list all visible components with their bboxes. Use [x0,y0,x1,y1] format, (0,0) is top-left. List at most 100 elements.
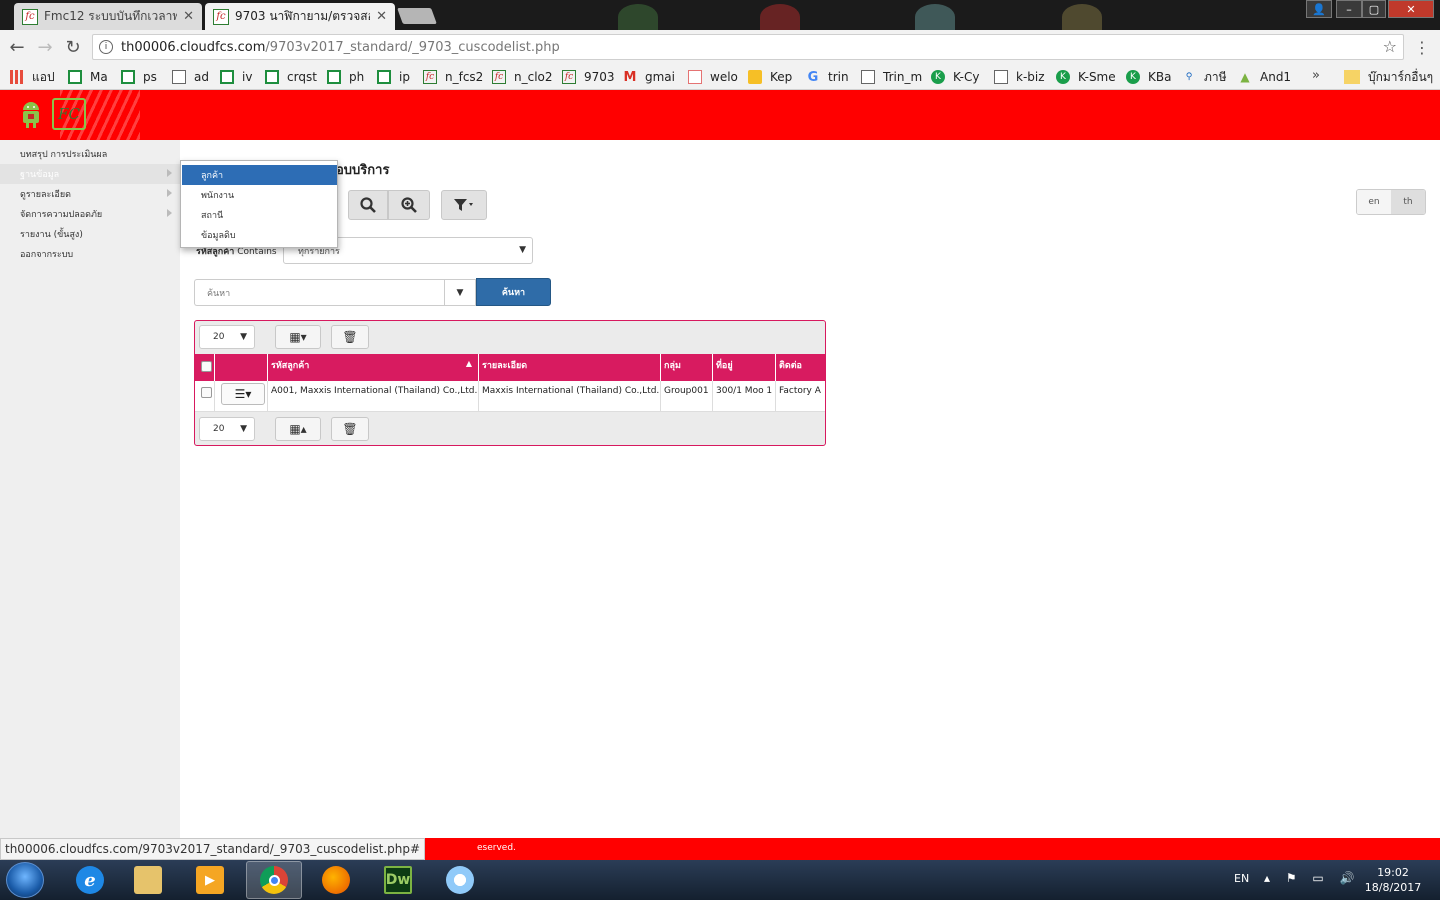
bookmark-item[interactable]: Gtrin [806,68,849,86]
taskbar-app-ie[interactable]: e [62,861,118,899]
fc-logo[interactable]: FC [52,98,86,130]
taskbar-app-explorer[interactable] [120,861,176,899]
submenu-item-stations[interactable]: สถานี [182,205,337,225]
sidebar-item-details[interactable]: ดูรายละเอียด [0,184,180,204]
taskbar-app-firefox[interactable] [308,861,364,899]
select-all-checkbox[interactable] [201,361,212,372]
browser-menu-icon[interactable]: ⋮ [1414,38,1430,57]
browser-tab-2[interactable]: fc 9703 นาฬิกายาม/ตรวจสอบ ✕ [205,3,395,30]
maximize-button[interactable]: ▢ [1362,0,1386,18]
input-language-indicator[interactable]: EN [1234,872,1249,885]
bookmark-item[interactable]: Mgmai [623,68,675,86]
column-chooser-button[interactable]: ▦▾ [275,325,321,349]
search-input[interactable]: ค้นหา [194,279,444,306]
table-row[interactable]: ☰▾ A001, Maxxis International (Thailand)… [195,381,825,412]
advanced-search-button[interactable] [388,190,430,220]
bookmark-label: แอป [32,69,55,84]
column-chooser-button-bottom[interactable]: ▦▴ [275,417,321,441]
sidebar-item-reports[interactable]: รายงาน (ขั้นสูง) [0,224,180,244]
bookmark-label: And1 [1260,70,1292,84]
search-button[interactable]: ค้นหา [476,278,551,306]
lang-en-button[interactable]: en [1357,190,1391,214]
sidebar-item-database[interactable]: ฐานข้อมูล [0,164,180,184]
bookmark-item[interactable]: ad [172,68,209,86]
footer-copyright: eserved. [477,843,516,853]
bookmarks-overflow-button[interactable]: » [1312,68,1320,83]
bookmark-item[interactable]: Trin_m [861,68,922,86]
back-arrow-icon[interactable]: ← [6,36,28,58]
bookmark-item[interactable]: ph [327,68,364,86]
column-header-group[interactable]: กลุ่ม [661,354,713,381]
filter-button[interactable] [441,190,487,220]
page-size-select[interactable]: 20 ▼ [199,325,255,349]
tab-close-icon[interactable]: ✕ [183,9,194,24]
taskbar-app-chrome[interactable] [246,861,302,899]
search-placeholder: ค้นหา [207,288,231,299]
bookmark-label: ad [194,70,209,84]
bookmark-item[interactable]: ps [121,68,157,86]
delete-button[interactable]: 🗑 [331,325,369,349]
forward-arrow-icon[interactable]: → [34,36,56,58]
submenu-item-raw-data[interactable]: ข้อมูลดิบ [182,225,337,245]
bookmark-item[interactable]: welo [688,68,738,86]
search-toggle-button[interactable] [348,190,388,220]
start-button[interactable] [6,862,44,898]
bookmark-label: KBa [1148,70,1172,84]
caret-down-icon: ▼ [519,245,526,255]
bookmark-item[interactable]: ▲ And1 [1238,68,1291,86]
sidebar-item-logout[interactable]: ออกจากระบบ [0,244,180,264]
column-header-address[interactable]: ที่อยู่ [713,354,776,381]
column-header-code[interactable]: รหัสลูกค้า ▲ [268,354,479,381]
column-header-detail[interactable]: รายละเอียด [479,354,661,381]
bookmark-item[interactable]: K K-Sme [1056,68,1116,86]
taskbar-app-paint[interactable] [432,861,488,899]
sidebar-item-summary[interactable]: บทสรุป การประเมินผล [0,144,180,164]
new-tab-button[interactable] [397,8,437,24]
taskbar-clock[interactable]: 19:02 18/8/2017 [1362,865,1424,895]
bookmark-apps[interactable]: แอป [10,68,55,86]
bookmark-star-icon[interactable]: ☆ [1383,37,1397,56]
bookmark-item[interactable]: fc n_clo2 [492,68,553,86]
window-close-button[interactable]: ✕ [1388,0,1434,18]
bookmark-item[interactable]: iv [220,68,252,86]
page-size-select-bottom[interactable]: 20 ▼ [199,417,255,441]
taskbar-app-dreamweaver[interactable]: Dw [370,861,426,899]
delete-button-bottom[interactable]: 🗑 [331,417,369,441]
filter-operator: Contains [237,247,277,257]
status-bar-url: th00006.cloudfcs.com/9703v2017_standard/… [0,838,426,860]
submenu-item-customers[interactable]: ลูกค้า [182,165,337,185]
minimize-button[interactable]: – [1336,0,1362,18]
chrome-icon [260,866,288,894]
tab-close-icon[interactable]: ✕ [376,9,387,24]
submenu-item-employees[interactable]: พนักงาน [182,185,337,205]
bookmark-item[interactable]: ⚲ ภาษี [1182,68,1227,86]
row-checkbox[interactable] [201,387,212,398]
bookmark-item[interactable]: Ma [68,68,108,86]
cell-code: A001, Maxxis International (Thailand) Co… [268,381,479,412]
bookmark-item[interactable]: ip [377,68,410,86]
browser-tab-1[interactable]: fc Fmc12 ระบบบันทึกเวลาพนัก ✕ [14,3,202,30]
column-header-contact[interactable]: ติดต่อ [776,354,825,381]
search-options-dropdown[interactable]: ▼ [444,279,476,306]
desktop-background-decor [760,4,800,30]
bookmark-label: ps [143,70,157,84]
bookmark-item[interactable]: k-biz [994,68,1045,86]
system-tray[interactable]: ▴ ⚑ ▭ 🔊 [1264,871,1361,885]
bookmark-item[interactable]: fc 9703 [562,68,615,86]
reload-icon[interactable]: ↻ [62,36,84,58]
info-icon[interactable]: i [99,40,113,54]
row-menu-button[interactable]: ☰▾ [221,383,265,405]
filter-icon [454,199,473,211]
bookmark-item[interactable]: Kep [748,68,792,86]
bookmark-item[interactable]: K KBa [1126,68,1171,86]
bookmark-item[interactable]: fc n_fcs2 [423,68,483,86]
other-bookmarks-folder[interactable]: บุ๊กมาร์กอื่นๆ [1344,68,1433,86]
bookmark-item[interactable]: K K-Cy [931,68,979,86]
taskbar-app-media[interactable]: ▶ [182,861,238,899]
bookmark-item[interactable]: crqst [265,68,317,86]
address-bar[interactable]: i th00006.cloudfcs.com/9703v2017_standar… [92,34,1404,60]
app-header: FC [0,90,1440,140]
user-icon[interactable]: 👤 [1306,0,1332,18]
lang-th-button[interactable]: th [1391,190,1425,214]
sidebar-item-security[interactable]: จัดการความปลอดภัย [0,204,180,224]
